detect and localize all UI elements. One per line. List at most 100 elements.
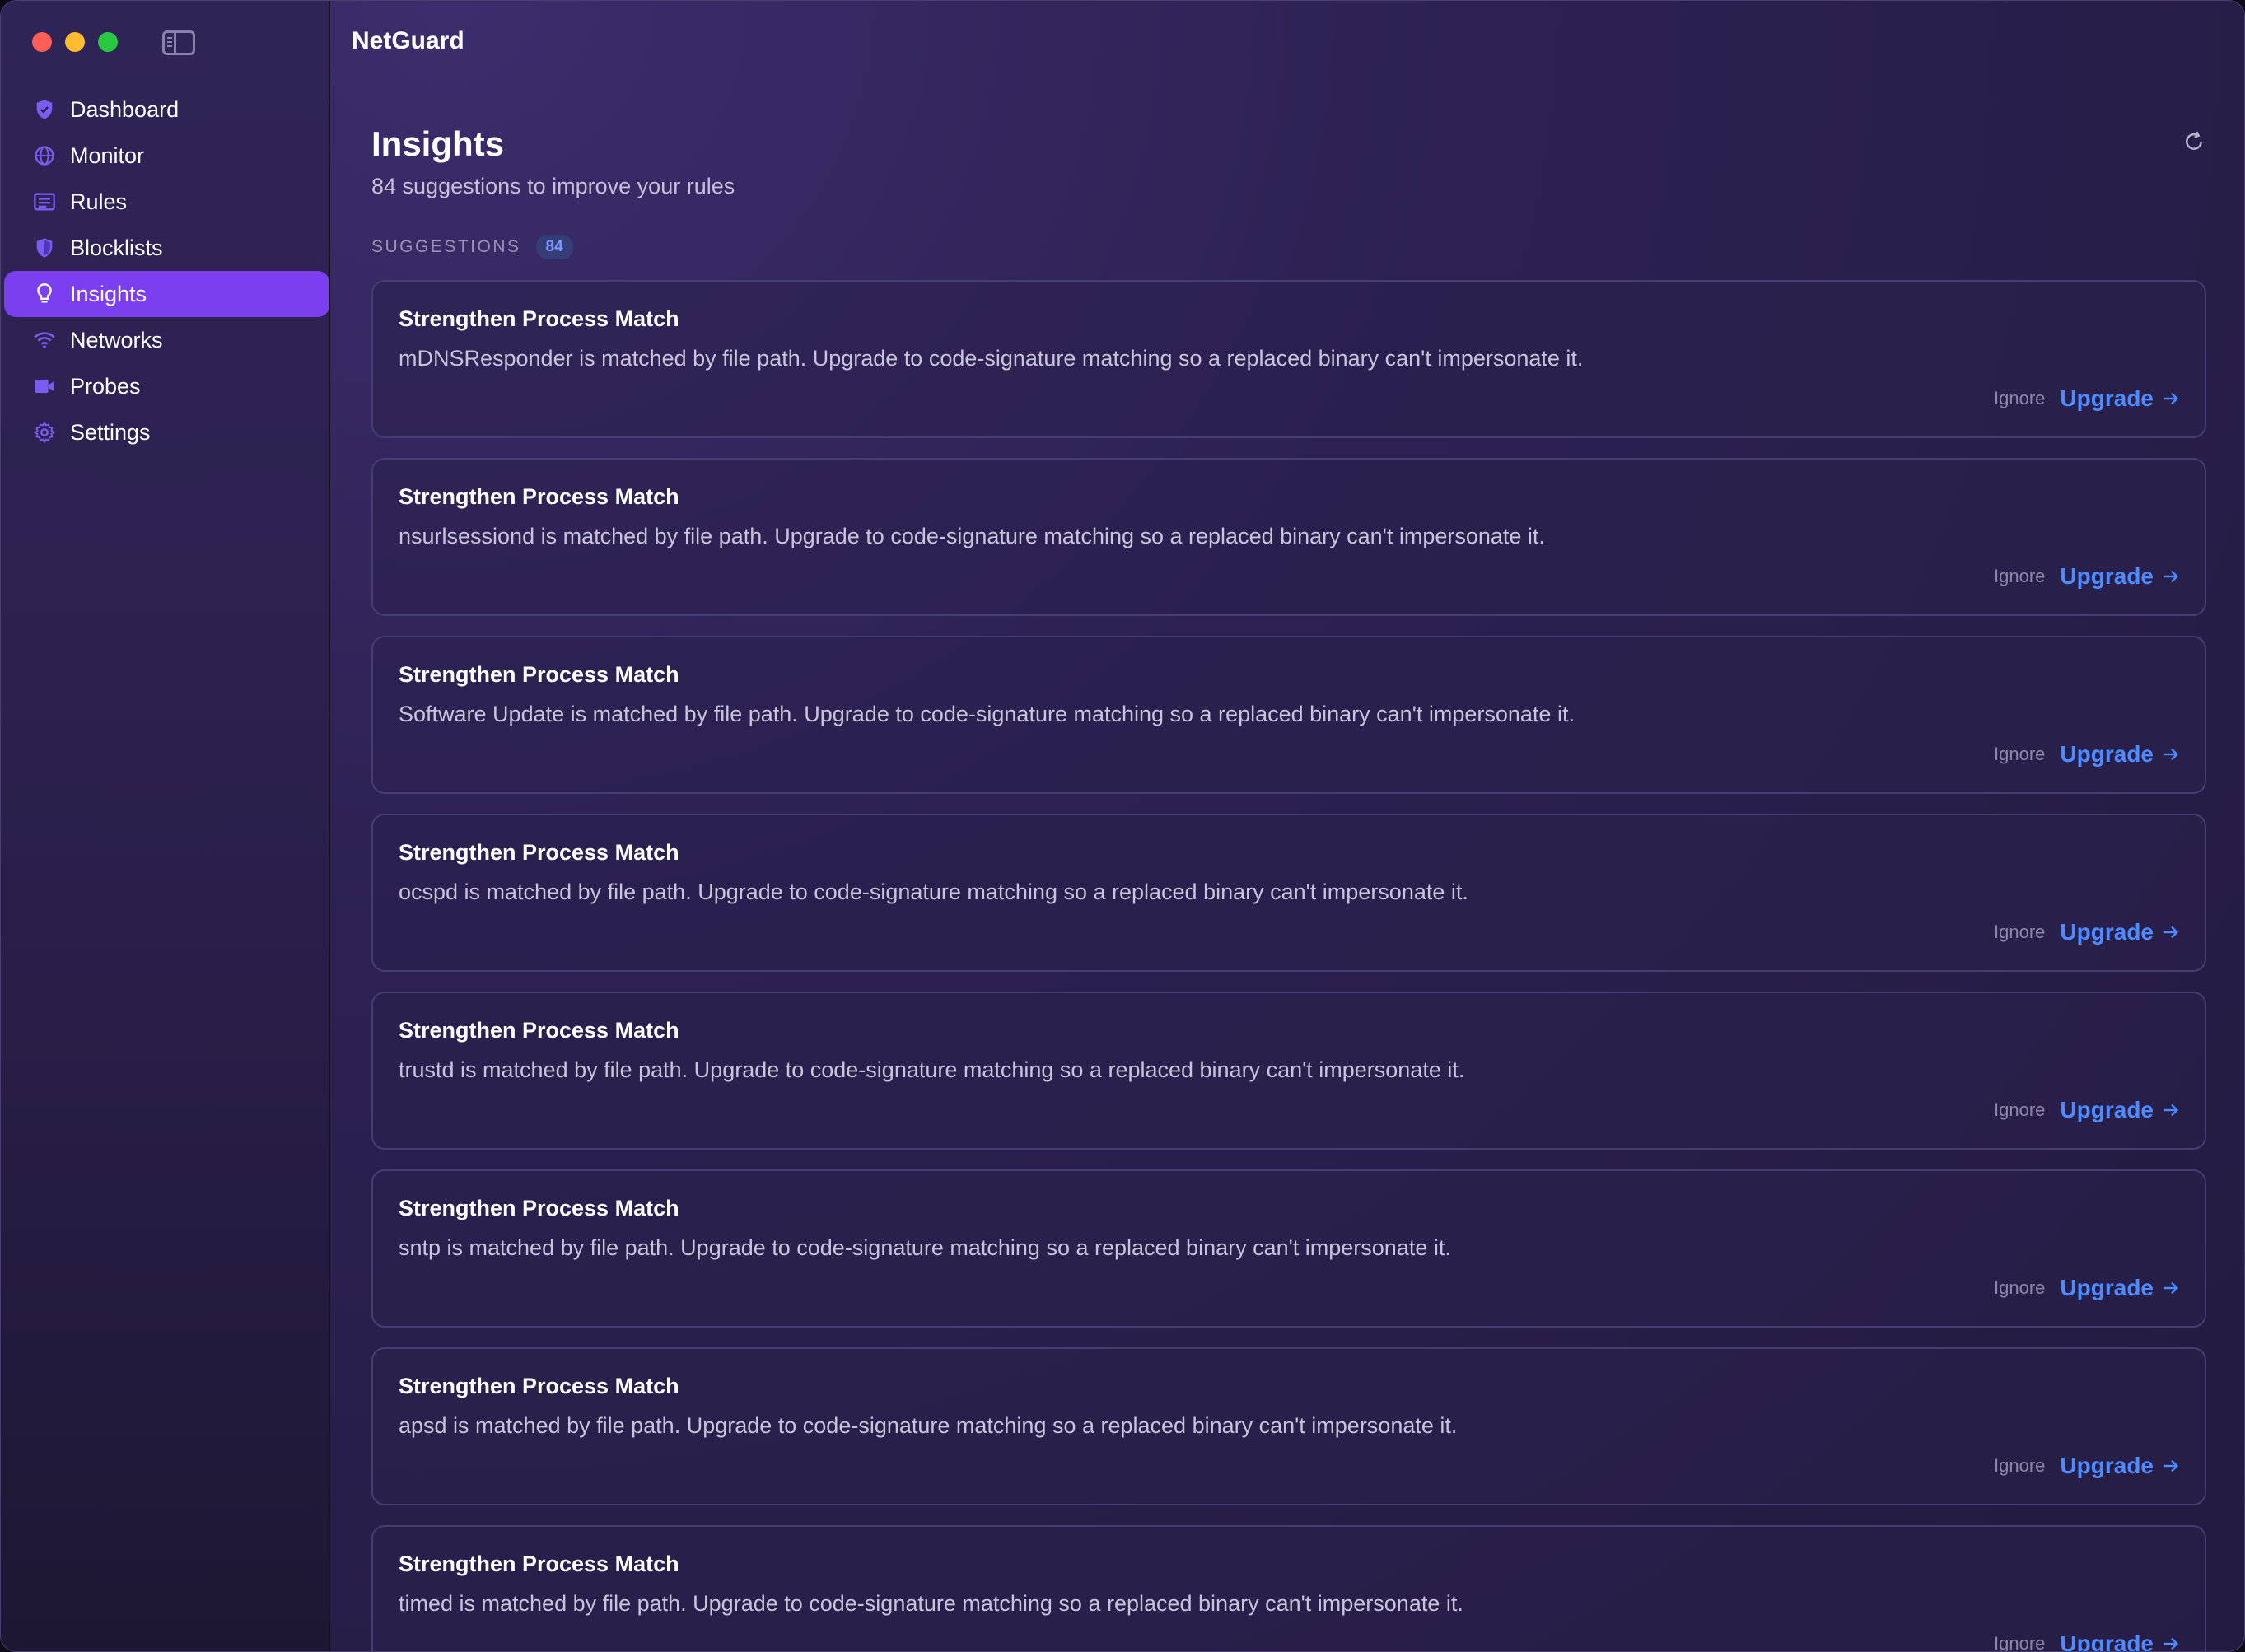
sidebar-item-label: Monitor — [70, 142, 145, 168]
upgrade-button[interactable]: Upgrade — [2060, 1453, 2180, 1479]
refresh-icon[interactable] — [2182, 129, 2206, 154]
arrow-right-icon — [2163, 1281, 2179, 1295]
upgrade-label: Upgrade — [2060, 741, 2154, 767]
upgrade-button[interactable]: Upgrade — [2060, 741, 2180, 768]
suggestions-header: SUGGESTIONS 84 — [371, 235, 573, 259]
minimize-window-button[interactable] — [65, 32, 85, 52]
shield-icon — [32, 236, 57, 260]
sidebar-item-label: Networks — [70, 327, 163, 352]
card-description: apsd is matched by file path. Upgrade to… — [399, 1413, 1458, 1438]
ignore-button[interactable]: Ignore — [1994, 1633, 2045, 1651]
window-controls — [32, 32, 118, 52]
upgrade-button[interactable]: Upgrade — [2060, 385, 2180, 412]
sidebar-item-blocklists[interactable]: Blocklists — [4, 225, 329, 271]
card-description: Software Update is matched by file path.… — [399, 702, 1575, 726]
sidebar-item-networks[interactable]: Networks — [4, 317, 329, 363]
card-actions: Ignore Upgrade — [1994, 1453, 2180, 1479]
card-description: timed is matched by file path. Upgrade t… — [399, 1591, 1463, 1616]
upgrade-button[interactable]: Upgrade — [2060, 1631, 2180, 1652]
card-title: Strengthen Process Match — [399, 484, 679, 509]
section-label: SUGGESTIONS — [371, 237, 521, 256]
close-window-button[interactable] — [32, 32, 52, 52]
card-description: sntp is matched by file path. Upgrade to… — [399, 1235, 1451, 1260]
suggestion-list: Strengthen Process Match mDNSResponder i… — [371, 280, 2206, 1652]
sidebar-toggle-icon[interactable] — [162, 30, 195, 55]
sidebar-item-probes[interactable]: Probes — [4, 363, 329, 409]
card-actions: Ignore Upgrade — [1994, 919, 2180, 945]
card-actions: Ignore Upgrade — [1994, 1631, 2180, 1652]
shield-check-icon — [32, 97, 57, 122]
upgrade-label: Upgrade — [2060, 1097, 2154, 1122]
sidebar-item-label: Insights — [70, 281, 147, 306]
card-actions: Ignore Upgrade — [1994, 741, 2180, 768]
upgrade-label: Upgrade — [2060, 1631, 2154, 1652]
arrow-right-icon — [2163, 748, 2179, 761]
card-actions: Ignore Upgrade — [1994, 1097, 2180, 1123]
sidebar-item-monitor[interactable]: Monitor — [4, 133, 329, 179]
sidebar-item-label: Probes — [70, 373, 141, 399]
arrow-right-icon — [2163, 1104, 2179, 1117]
card-actions: Ignore Upgrade — [1994, 1275, 2180, 1301]
lightbulb-icon — [32, 282, 57, 306]
suggestion-card: Strengthen Process Match ocspd is matche… — [371, 814, 2206, 972]
sidebar-item-settings[interactable]: Settings — [4, 409, 329, 455]
app-window: Dashboard Monitor Rules Blocklists Insig… — [0, 0, 2245, 1652]
sidebar-item-label: Rules — [70, 189, 128, 214]
card-description: trustd is matched by file path. Upgrade … — [399, 1057, 1465, 1082]
upgrade-label: Upgrade — [2060, 563, 2154, 589]
upgrade-button[interactable]: Upgrade — [2060, 563, 2180, 590]
list-icon — [32, 189, 57, 214]
arrow-right-icon — [2163, 926, 2179, 939]
maximize-window-button[interactable] — [98, 32, 118, 52]
count-badge: 84 — [535, 235, 573, 259]
card-title: Strengthen Process Match — [399, 1196, 679, 1220]
upgrade-button[interactable]: Upgrade — [2060, 1097, 2180, 1123]
card-description: mDNSResponder is matched by file path. U… — [399, 346, 1584, 371]
video-icon — [32, 374, 57, 399]
sidebar: Dashboard Monitor Rules Blocklists Insig… — [1, 1, 330, 1651]
upgrade-label: Upgrade — [2060, 919, 2154, 945]
ignore-button[interactable]: Ignore — [1994, 388, 2045, 409]
ignore-button[interactable]: Ignore — [1994, 922, 2045, 943]
suggestion-card: Strengthen Process Match sntp is matched… — [371, 1169, 2206, 1328]
sidebar-item-dashboard[interactable]: Dashboard — [4, 86, 329, 133]
sidebar-item-insights[interactable]: Insights — [4, 271, 329, 317]
suggestion-card: Strengthen Process Match trustd is match… — [371, 992, 2206, 1150]
upgrade-button[interactable]: Upgrade — [2060, 919, 2180, 945]
page-subtitle: 84 suggestions to improve your rules — [371, 174, 735, 198]
card-actions: Ignore Upgrade — [1994, 563, 2180, 590]
sidebar-item-rules[interactable]: Rules — [4, 179, 329, 225]
sidebar-nav: Dashboard Monitor Rules Blocklists Insig… — [1, 86, 330, 455]
ignore-button[interactable]: Ignore — [1994, 1455, 2045, 1477]
arrow-right-icon — [2163, 1637, 2179, 1650]
card-title: Strengthen Process Match — [399, 1552, 679, 1576]
suggestion-card: Strengthen Process Match Software Update… — [371, 636, 2206, 794]
card-title: Strengthen Process Match — [399, 840, 679, 865]
sidebar-item-label: Dashboard — [70, 96, 180, 122]
suggestion-card: Strengthen Process Match nsurlsessiond i… — [371, 458, 2206, 616]
arrow-right-icon — [2163, 392, 2179, 405]
ignore-button[interactable]: Ignore — [1994, 566, 2045, 587]
wifi-icon — [32, 328, 57, 352]
suggestion-card: Strengthen Process Match apsd is matched… — [371, 1347, 2206, 1505]
arrow-right-icon — [2163, 1459, 2179, 1472]
upgrade-label: Upgrade — [2060, 1453, 2154, 1478]
suggestion-card: Strengthen Process Match mDNSResponder i… — [371, 280, 2206, 438]
upgrade-label: Upgrade — [2060, 1275, 2154, 1300]
card-title: Strengthen Process Match — [399, 1374, 679, 1398]
upgrade-button[interactable]: Upgrade — [2060, 1275, 2180, 1301]
ignore-button[interactable]: Ignore — [1994, 1099, 2045, 1121]
gear-icon — [32, 420, 57, 445]
card-actions: Ignore Upgrade — [1994, 385, 2180, 412]
arrow-right-icon — [2163, 570, 2179, 583]
ignore-button[interactable]: Ignore — [1994, 1277, 2045, 1299]
ignore-button[interactable]: Ignore — [1994, 744, 2045, 765]
page-title: Insights — [371, 124, 505, 163]
card-title: Strengthen Process Match — [399, 662, 679, 687]
sidebar-item-label: Settings — [70, 419, 151, 445]
globe-icon — [32, 143, 57, 168]
card-title: Strengthen Process Match — [399, 1018, 679, 1043]
sidebar-item-label: Blocklists — [70, 235, 163, 260]
card-title: Strengthen Process Match — [399, 306, 679, 331]
upgrade-label: Upgrade — [2060, 385, 2154, 411]
